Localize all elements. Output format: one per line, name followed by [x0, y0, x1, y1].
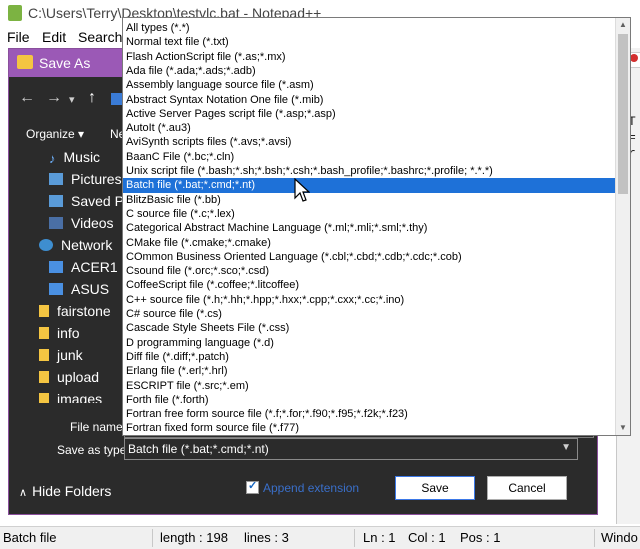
file-type-option[interactable]: Fortran fixed form source file (*.f77) — [123, 421, 615, 436]
file-type-option[interactable]: Fortran free form source file (*.f;*.for… — [123, 407, 615, 422]
chevron-up-icon: ∧ — [19, 487, 27, 499]
scroll-down-icon[interactable]: ▼ — [616, 421, 630, 435]
file-name-label: File name: — [70, 420, 126, 434]
file-type-option[interactable]: Normal text file (*.txt) — [123, 35, 615, 50]
dropdown-scrollbar[interactable]: ▲ ▼ — [615, 18, 630, 435]
folder-icon — [39, 371, 49, 383]
append-extension-checkbox[interactable]: Append extension — [246, 481, 359, 495]
tree-item-saved-pictures[interactable]: Saved Pic — [49, 193, 129, 213]
file-type-option[interactable]: Diff file (*.diff;*.patch) — [123, 350, 615, 365]
save-as-type-label: Save as type: — [57, 443, 130, 457]
status-lines: lines : 3 — [244, 530, 289, 545]
mouse-cursor-icon — [294, 178, 310, 204]
dialog-title: Save As — [39, 55, 90, 71]
file-type-option[interactable]: Batch file (*.bat;*.cmd;*.nt) — [123, 178, 615, 193]
file-type-option[interactable]: ESCRIPT file (*.src;*.em) — [123, 379, 615, 394]
checkbox-checked-icon[interactable] — [246, 481, 259, 494]
status-col: Col : 1 — [408, 530, 446, 545]
status-file-type: Batch file — [3, 530, 56, 545]
navigation-bar: ← → ▾ ↑ — [9, 77, 129, 119]
file-type-option[interactable]: BaanC File (*.bc;*.cln) — [123, 150, 615, 165]
folder-icon — [39, 349, 49, 361]
file-type-option[interactable]: C# source file (*.cs) — [123, 307, 615, 322]
folder-icon — [39, 393, 49, 403]
file-type-option[interactable]: Flash ActionScript file (*.as;*.mx) — [123, 50, 615, 65]
forward-arrow-icon[interactable]: → — [46, 89, 62, 107]
network-icon — [39, 239, 53, 251]
folder-icon — [39, 327, 49, 339]
file-type-option[interactable]: Assembly language source file (*.asm) — [123, 78, 615, 93]
computer-icon — [49, 283, 63, 295]
hide-folders-button[interactable]: ∧Hide Folders — [19, 483, 111, 499]
up-arrow-icon[interactable]: ↑ — [88, 89, 96, 107]
file-type-option[interactable]: COmmon Business Oriented Language (*.cbl… — [123, 250, 615, 265]
menu-search[interactable]: Search — [78, 29, 122, 45]
status-length: length : 198 — [160, 530, 228, 545]
tree-item-info[interactable]: info — [39, 325, 80, 345]
tree-item-videos[interactable]: Videos — [49, 215, 114, 235]
file-type-option[interactable]: Ada file (*.ada;*.ads;*.adb) — [123, 64, 615, 79]
file-type-option[interactable]: BlitzBasic file (*.bb) — [123, 193, 615, 208]
computer-icon — [49, 261, 63, 273]
scrollbar-thumb[interactable] — [618, 34, 628, 194]
file-type-option[interactable]: Forth file (*.forth) — [123, 393, 615, 408]
tree-item-upload[interactable]: upload — [39, 369, 99, 389]
music-icon: ♪ — [49, 151, 56, 163]
file-type-option[interactable]: All types (*.*) — [123, 21, 615, 36]
tree-item-junk[interactable]: junk — [39, 347, 83, 367]
file-type-option[interactable]: Unix script file (*.bash;*.sh;*.bsh;*.cs… — [123, 164, 615, 179]
tree-item-music[interactable]: ♪Music — [49, 149, 100, 169]
file-type-option[interactable]: Csound file (*.orc;*.sco;*.csd) — [123, 264, 615, 279]
menu-edit[interactable]: Edit — [42, 29, 66, 45]
chevron-down-icon[interactable]: ▾ — [69, 93, 75, 106]
status-bar: Batch file length : 198 lines : 3 Ln : 1… — [0, 526, 640, 549]
file-type-option[interactable]: C++ source file (*.h;*.hh;*.hpp;*.hxx;*.… — [123, 293, 615, 308]
file-type-option[interactable]: AutoIt (*.au3) — [123, 121, 615, 136]
tree-item-pictures[interactable]: Pictures — [49, 171, 122, 191]
tree-item-fairstone[interactable]: fairstone — [39, 303, 111, 323]
chevron-down-icon[interactable]: ▼ — [561, 442, 571, 453]
file-type-dropdown[interactable]: ▲ ▼ All types (*.*)Normal text file (*.t… — [122, 17, 631, 436]
status-eol: Windo — [601, 530, 638, 545]
scroll-up-icon[interactable]: ▲ — [616, 18, 630, 32]
save-as-type-value: Batch file (*.bat;*.cmd;*.nt) — [128, 442, 269, 456]
pictures-icon — [49, 173, 63, 185]
file-type-option[interactable]: Abstract Syntax Notation One file (*.mib… — [123, 93, 615, 108]
tree-item-acer1[interactable]: ACER1 — [49, 259, 118, 279]
file-type-option[interactable]: AviSynth scripts files (*.avs;*.avsi) — [123, 135, 615, 150]
file-type-option[interactable]: CMake file (*.cmake;*.cmake) — [123, 236, 615, 251]
file-type-option[interactable]: Active Server Pages script file (*.asp;*… — [123, 107, 615, 122]
videos-icon — [49, 217, 63, 229]
tree-item-network[interactable]: Network — [39, 237, 112, 257]
file-type-option[interactable]: Categorical Abstract Machine Language (*… — [123, 221, 615, 236]
menu-file[interactable]: File — [7, 29, 30, 45]
folder-icon — [39, 305, 49, 317]
status-ln: Ln : 1 — [363, 530, 396, 545]
folder-icon — [17, 55, 33, 69]
file-type-option[interactable]: Cascade Style Sheets File (*.css) — [123, 321, 615, 336]
navigation-tree: ♪Music Pictures Saved Pic Videos Network… — [9, 145, 129, 403]
organize-button[interactable]: Organize ▾ — [26, 127, 84, 141]
back-arrow-icon[interactable]: ← — [19, 89, 35, 107]
cancel-button[interactable]: Cancel — [487, 476, 567, 500]
file-type-option[interactable]: D programming language (*.d) — [123, 336, 615, 351]
file-type-option[interactable]: C source file (*.c;*.lex) — [123, 207, 615, 222]
save-button[interactable]: Save — [395, 476, 475, 500]
tree-item-asus[interactable]: ASUS — [49, 281, 109, 301]
saved-pictures-icon — [49, 195, 63, 207]
file-type-option[interactable]: CoffeeScript file (*.coffee;*.litcoffee) — [123, 278, 615, 293]
status-pos: Pos : 1 — [460, 530, 500, 545]
file-type-option[interactable]: Erlang file (*.erl;*.hrl) — [123, 364, 615, 379]
notepadpp-icon — [8, 5, 22, 21]
save-as-type-select[interactable]: Batch file (*.bat;*.cmd;*.nt) ▼ — [124, 438, 578, 460]
dialog-toolbar: Organize ▾ Ne — [9, 121, 129, 143]
close-tab-icon[interactable] — [630, 54, 638, 62]
tree-item-images[interactable]: images — [39, 391, 102, 403]
